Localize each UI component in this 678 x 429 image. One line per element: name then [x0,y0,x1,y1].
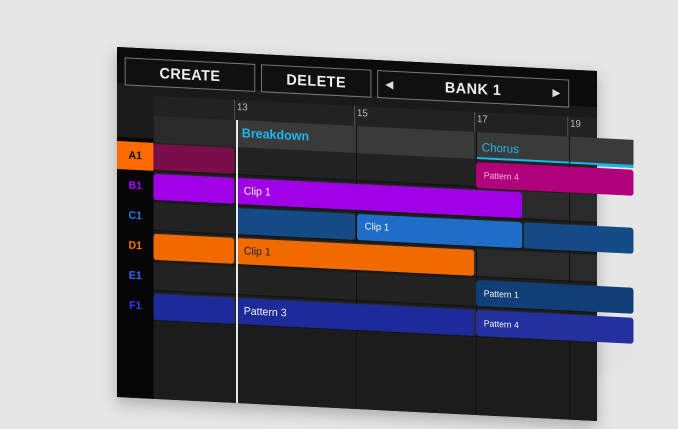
clip-c1-tail[interactable] [524,222,634,254]
track-name-column: A1 B1 C1 D1 E1 F1 [117,137,154,399]
clip-d1-scene[interactable] [153,233,235,264]
arrangement-grid[interactable]: Breakdown Chorus Pattern 4 Clip 1 Clip 1… [153,115,634,421]
section-label: Chorus [481,140,519,157]
clip-b1-scene[interactable] [153,173,235,204]
track-name-d1[interactable]: D1 [117,231,153,261]
ruler-tick [234,99,236,120]
arranger-screen: CREATE DELETE ◀ BANK 1 ▶ 13 15 17 19 A1 … [117,47,634,421]
delete-button[interactable]: DELETE [261,64,372,98]
ruler-tick [354,105,356,126]
bank-label: BANK 1 [444,79,502,100]
track-name-e1[interactable]: E1 [117,261,153,291]
bank-selector[interactable]: ◀ BANK 1 ▶ [377,70,570,108]
ruler-mark-19: 19 [570,118,581,131]
track-name-c1[interactable]: C1 [117,201,153,231]
playhead[interactable] [236,119,238,404]
create-button[interactable]: CREATE [124,57,256,92]
ruler-mark-13: 13 [237,102,248,114]
bank-prev-icon[interactable]: ◀ [386,71,394,99]
section-label: Breakdown [241,125,310,144]
track-name-a1[interactable]: A1 [117,141,154,171]
clip-f1-scene[interactable] [153,293,235,324]
ruler-tick [567,116,569,137]
clip-e1-pattern-1[interactable]: Pattern 1 [476,279,634,314]
ruler-mark-15: 15 [357,108,368,120]
track-name-b1[interactable]: B1 [117,171,153,201]
bank-next-icon[interactable]: ▶ [553,80,561,108]
track-name-f1[interactable]: F1 [117,291,153,321]
clip-a1-scene[interactable] [153,143,235,174]
ruler-mark-17: 17 [477,114,488,126]
ruler-tick [474,111,476,132]
